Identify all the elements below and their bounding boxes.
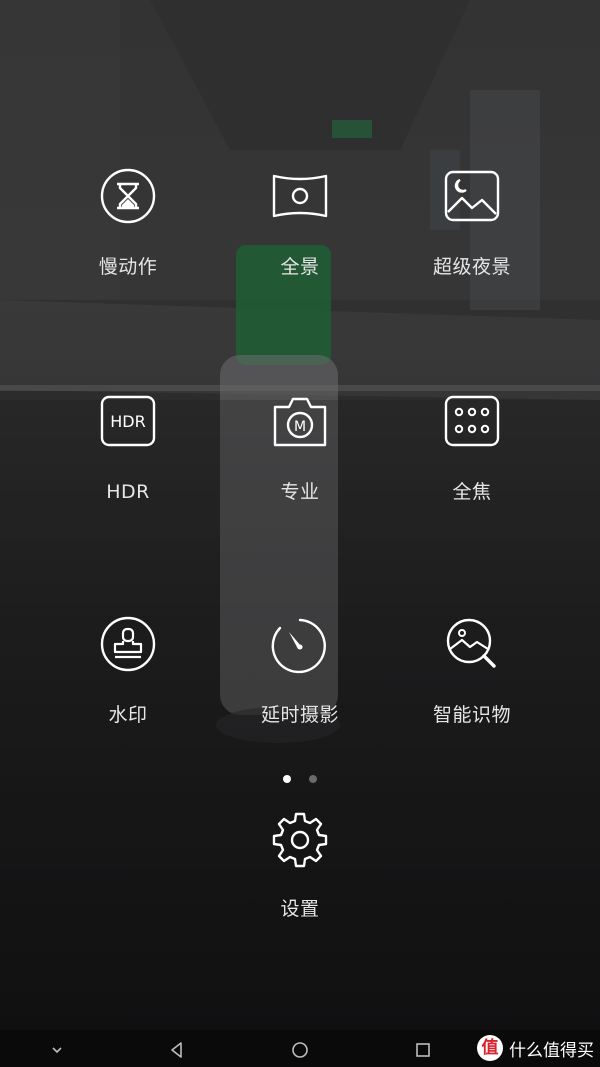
watermark-logo-text: 值	[481, 1037, 499, 1058]
recents-icon[interactable]	[411, 1038, 435, 1062]
mode-super-night[interactable]: 超级夜景	[382, 168, 562, 278]
mode-label: 水印	[108, 704, 148, 726]
pro-icon-text: M	[294, 419, 306, 435]
settings-label: 设置	[280, 898, 320, 920]
mode-label: 全焦	[452, 481, 492, 503]
hourglass-icon	[98, 168, 158, 228]
settings-button[interactable]: 设置	[210, 810, 390, 920]
mode-panorama[interactable]: 全景	[210, 168, 390, 278]
stamp-icon	[98, 616, 158, 676]
mode-hdr[interactable]: HDR HDR	[38, 393, 218, 503]
mode-label: 全景	[280, 256, 320, 278]
mode-label: 延时摄影	[260, 704, 339, 726]
mode-label: 慢动作	[98, 256, 158, 278]
night-scene-icon	[442, 168, 502, 228]
mode-timelapse[interactable]: 延时摄影	[210, 616, 390, 726]
all-focus-icon	[442, 393, 502, 453]
site-watermark: 值 什么值得买	[477, 1034, 594, 1062]
mode-all-focus[interactable]: 全焦	[382, 393, 562, 503]
mode-label: 专业	[280, 481, 320, 503]
mode-smart-recognition[interactable]: 智能识物	[382, 616, 562, 726]
hdr-icon: HDR	[98, 393, 158, 453]
pro-camera-icon: M	[270, 393, 330, 453]
panorama-icon	[270, 168, 330, 228]
mode-slow-motion[interactable]: 慢动作	[38, 168, 218, 278]
camera-mode-screen: 慢动作 全景 超级夜景 HDR HDR M 专业 全焦 水印 延时摄影 智能识物…	[0, 0, 600, 1067]
mode-label: 超级夜景	[432, 256, 511, 278]
watermark-text: 什么值得买	[509, 1040, 594, 1061]
mode-pro[interactable]: M 专业	[210, 393, 390, 503]
back-icon[interactable]	[165, 1038, 189, 1062]
mode-watermark[interactable]: 水印	[38, 616, 218, 726]
gear-icon	[270, 810, 330, 870]
page-dot-inactive[interactable]	[308, 775, 317, 783]
timelapse-icon	[270, 616, 330, 676]
collapse-icon[interactable]	[45, 1038, 69, 1062]
hdr-icon-text: HDR	[110, 412, 145, 431]
home-icon[interactable]	[288, 1038, 312, 1062]
page-indicator	[0, 768, 600, 783]
mode-label: HDR	[106, 481, 150, 503]
watermark-logo: 值	[477, 1035, 503, 1061]
mode-label: 智能识物	[432, 704, 511, 726]
image-search-icon	[442, 616, 502, 676]
